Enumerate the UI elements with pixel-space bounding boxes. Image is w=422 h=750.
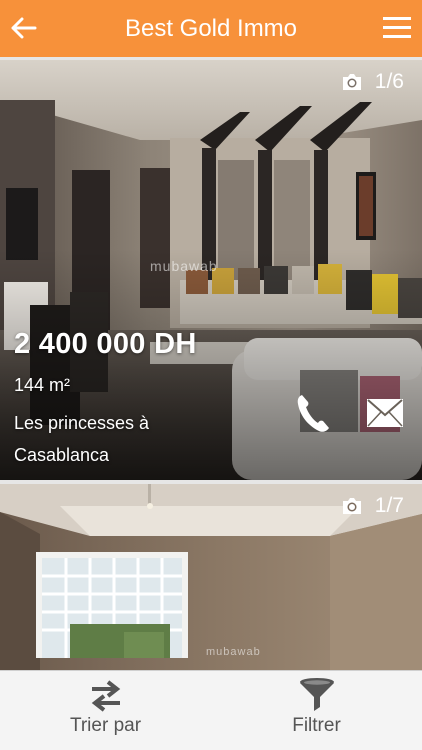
- swap-arrows-icon: [91, 680, 120, 712]
- filter-label: Filtrer: [292, 715, 341, 736]
- envelope-icon: [367, 399, 403, 427]
- app-header: Best Gold Immo: [0, 0, 422, 57]
- app-screen: Best Gold Immo mubawab 1/6 2 400 000 DH …: [0, 0, 422, 750]
- sort-label: Trier par: [69, 715, 142, 736]
- sort-button[interactable]: Trier par: [0, 671, 211, 750]
- photo-counter-text: 1/6: [374, 70, 404, 93]
- camera-icon: [342, 74, 361, 90]
- listing-info: 2 400 000 DH 144 m² Les princesses à Cas…: [14, 328, 214, 471]
- photo-counter: 1/6: [341, 70, 404, 94]
- phone-icon: [297, 395, 329, 432]
- hamburger-menu-icon: [383, 17, 411, 38]
- listing-actions: [292, 392, 406, 434]
- photo-counter: 1/7: [341, 494, 404, 518]
- email-button[interactable]: [364, 392, 406, 434]
- listing-area: 144 m²: [14, 375, 71, 395]
- menu-button[interactable]: [382, 14, 412, 42]
- back-button[interactable]: [8, 12, 40, 44]
- listing-card[interactable]: mubawab 1/6 2 400 000 DH 144 m² Les prin…: [0, 60, 422, 480]
- filter-button[interactable]: Filtrer: [211, 671, 422, 750]
- call-button[interactable]: [292, 392, 334, 434]
- listing-card[interactable]: mubawab 1/7: [0, 484, 422, 670]
- camera-icon: [342, 498, 361, 514]
- app-title: Best Gold Immo: [124, 14, 298, 42]
- photo-watermark: mubawab: [150, 258, 218, 274]
- funnel-icon: [299, 678, 334, 711]
- listing-price: 2 400 000 DH: [14, 328, 197, 360]
- bottom-toolbar: Trier par Filtrer: [0, 670, 422, 750]
- listing-location: Les princesses à Casablanca: [14, 413, 150, 465]
- photo-counter-text: 1/7: [374, 494, 404, 517]
- photo-watermark: mubawab: [206, 646, 261, 658]
- arrow-left-icon: [11, 17, 37, 39]
